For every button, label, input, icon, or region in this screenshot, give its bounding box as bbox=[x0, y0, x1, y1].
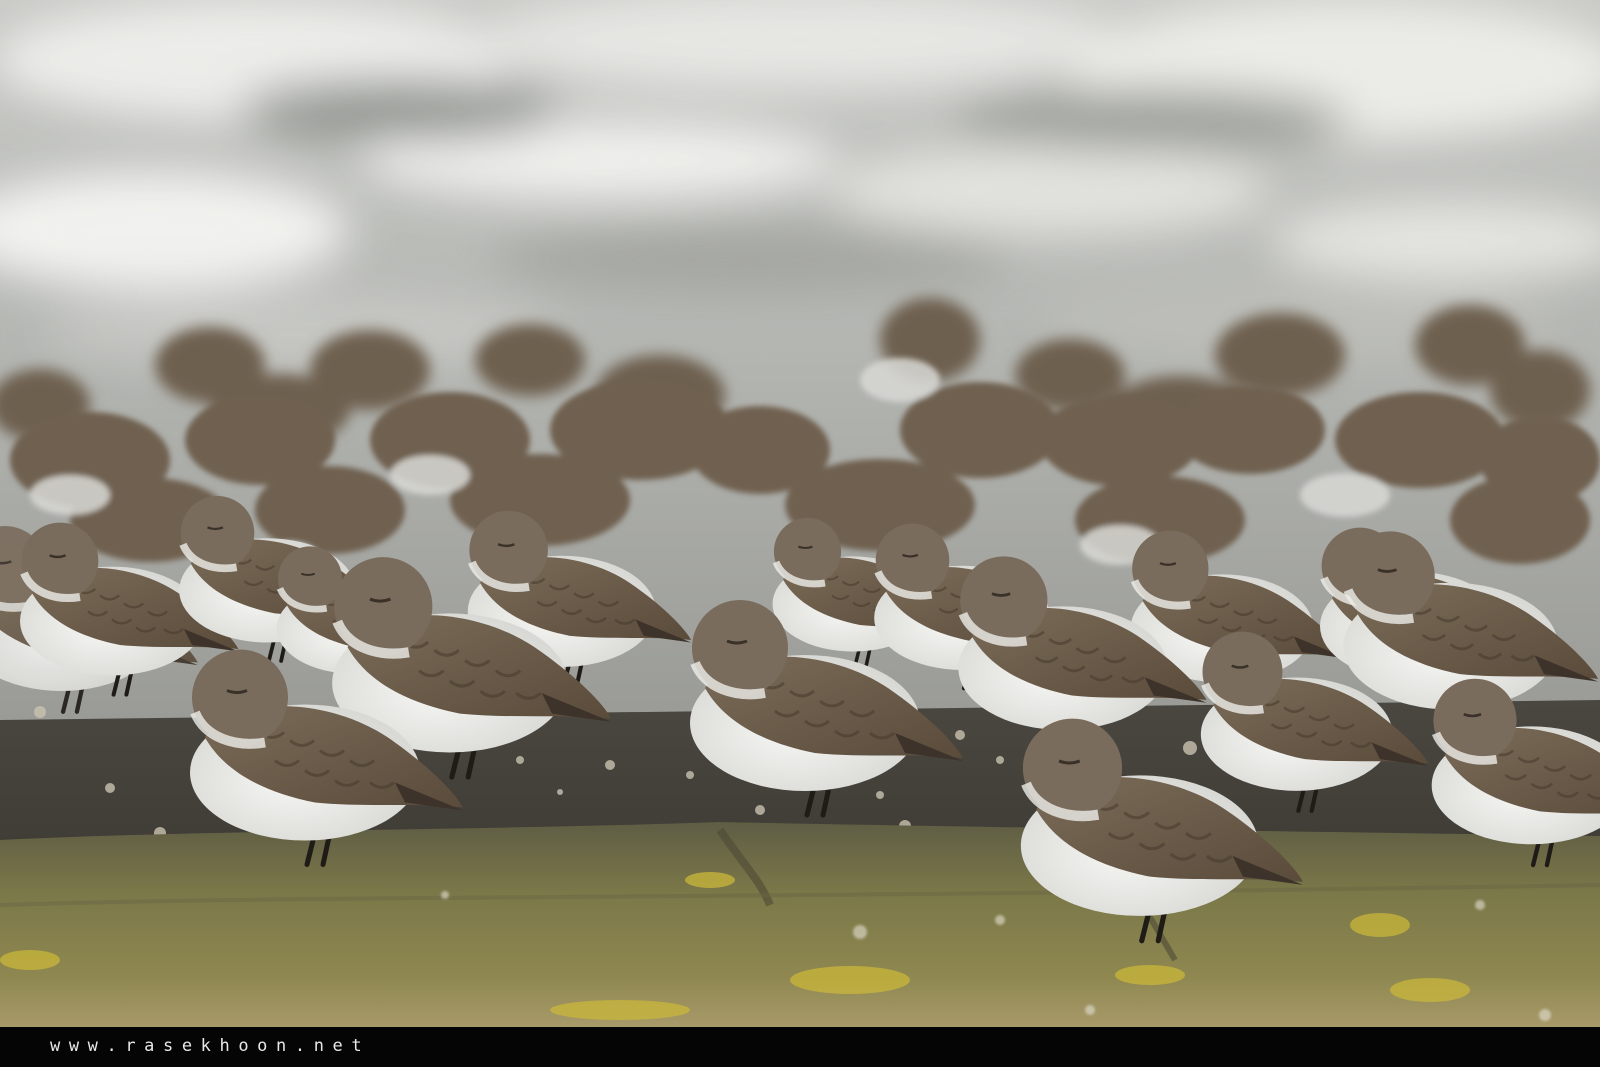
watermark-text: www.rasekhoon.net bbox=[50, 1036, 371, 1056]
shorebird-scene bbox=[0, 0, 1600, 1027]
watermark-bar: www.rasekhoon.net bbox=[0, 1027, 1600, 1067]
photo: www.rasekhoon.net bbox=[0, 0, 1600, 1067]
